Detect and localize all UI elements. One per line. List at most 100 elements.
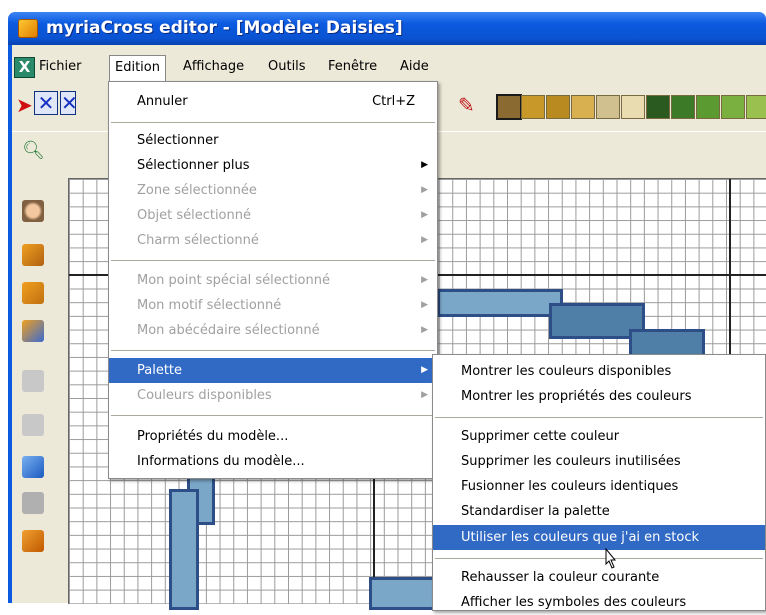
submenu-arrow-icon: ▶: [421, 275, 428, 285]
menu-item-label: Montrer les propriétés des couleurs: [461, 389, 692, 404]
color-swatch[interactable]: [521, 95, 545, 119]
menu-item-label: Fusionner les couleurs identiques: [461, 479, 679, 494]
menu-item-supprimer-inutilisees[interactable]: Supprimer les couleurs inutilisées: [433, 449, 765, 474]
menu-separator: [111, 122, 435, 123]
color-swatch[interactable]: [696, 95, 720, 119]
menu-item-abecedaire[interactable]: Mon abécédaire sélectionné ▶: [109, 318, 437, 343]
menu-item-label: Mon abécédaire sélectionné: [137, 323, 320, 338]
menu-item-informations-modele[interactable]: Informations du modèle...: [109, 449, 437, 474]
color-swatch[interactable]: [621, 95, 645, 119]
submenu-arrow-icon: ▶: [421, 235, 428, 245]
menu-affichage[interactable]: Affichage: [178, 55, 249, 79]
menu-outils[interactable]: Outils: [263, 55, 311, 79]
cube-icon[interactable]: [22, 530, 44, 552]
clipboard-icon[interactable]: [22, 370, 44, 392]
portrait-icon[interactable]: [22, 200, 44, 222]
menu-separator: [435, 417, 763, 418]
menu-bar: X Fichier Edition Affichage Outils Fenêt…: [12, 55, 766, 81]
menu-item-supprimer-couleur[interactable]: Supprimer cette couleur: [433, 424, 765, 449]
menu-item-montrer-proprietes[interactable]: Montrer les propriétés des couleurs: [433, 384, 765, 409]
menu-item-charm-selectionne[interactable]: Charm sélectionné ▶: [109, 228, 437, 253]
menu-separator: [111, 350, 435, 351]
window-title: myriaCross editor - [Modèle: Daisies]: [46, 18, 403, 38]
menu-item-label: Sélectionner plus: [137, 158, 250, 173]
submenu-arrow-icon: ▶: [421, 185, 428, 195]
menu-item-selectionner[interactable]: Sélectionner: [109, 128, 437, 153]
menu-item-label: Propriétés du modèle...: [137, 429, 289, 444]
menu-item-label: Annuler: [137, 94, 188, 109]
submenu-arrow-icon: ▶: [421, 325, 428, 335]
menu-item-label: Couleurs disponibles: [137, 388, 272, 403]
menu-item-label: Objet sélectionné: [137, 208, 251, 223]
edition-menu: Annuler Ctrl+Z Sélectionner Sélectionner…: [108, 81, 438, 479]
menu-item-label: Utiliser les couleurs que j'ai en stock: [461, 530, 700, 545]
menu-item-label: Mon motif sélectionné: [137, 298, 282, 313]
cross-stitch-tool-icon[interactable]: ✕: [34, 91, 58, 115]
grid-pattern-icon[interactable]: [22, 492, 44, 514]
color-swatch[interactable]: [546, 95, 570, 119]
menu-aide[interactable]: Aide: [395, 55, 434, 79]
menu-item-label: Palette: [137, 363, 183, 378]
half-cross-tool-icon[interactable]: ✕: [60, 91, 76, 115]
stitch-block: [437, 289, 563, 317]
menu-item-utiliser-stock[interactable]: Utiliser les couleurs que j'ai en stock: [433, 525, 765, 550]
app-icon[interactable]: [18, 19, 38, 38]
title-bar: myriaCross editor - [Modèle: Daisies]: [8, 12, 766, 45]
clipboard-paste-icon[interactable]: [22, 414, 44, 436]
menu-fenetre[interactable]: Fenêtre: [323, 55, 382, 79]
document-icon[interactable]: X: [14, 57, 35, 78]
menu-separator: [111, 415, 435, 416]
menu-edition[interactable]: Edition: [109, 55, 166, 81]
menu-item-label: Rehausser la couleur courante: [461, 570, 660, 585]
menu-item-zone-selectionnee[interactable]: Zone sélectionnée ▶: [109, 178, 437, 203]
mouse-pointer-icon: [605, 548, 617, 569]
color-swatch[interactable]: [746, 95, 766, 119]
color-picker-icon[interactable]: ✎: [458, 93, 475, 117]
menu-item-standardiser[interactable]: Standardiser la palette: [433, 499, 765, 524]
menu-item-point-special[interactable]: Mon point spécial sélectionné ▶: [109, 268, 437, 293]
menu-separator: [435, 558, 763, 559]
menu-item-rehausser[interactable]: Rehausser la couleur courante: [433, 565, 765, 590]
menu-item-label: Supprimer cette couleur: [461, 429, 620, 444]
menu-item-label: Charm sélectionné: [137, 233, 259, 248]
menu-fichier[interactable]: Fichier: [34, 55, 87, 79]
color-swatch[interactable]: [571, 95, 595, 119]
menu-item-montrer-couleurs[interactable]: Montrer les couleurs disponibles: [433, 359, 765, 384]
left-toolbar: 🔍︎: [12, 132, 56, 603]
menu-item-palette[interactable]: Palette ▶: [109, 358, 437, 383]
submenu-arrow-icon: ▶: [421, 210, 428, 220]
menu-item-annuler[interactable]: Annuler Ctrl+Z: [109, 89, 437, 114]
menu-item-proprietes-modele[interactable]: Propriétés du modèle...: [109, 424, 437, 449]
menu-item-label: Supprimer les couleurs inutilisées: [461, 454, 681, 469]
menu-item-shortcut: Ctrl+Z: [372, 94, 415, 109]
menu-item-label: Standardiser la palette: [461, 504, 610, 519]
menu-item-fusionner[interactable]: Fusionner les couleurs identiques: [433, 474, 765, 499]
copy-object-icon[interactable]: [22, 282, 44, 304]
menu-item-label: Mon point spécial sélectionné: [137, 273, 330, 288]
submenu-arrow-icon: ▶: [421, 300, 428, 310]
menu-item-motif[interactable]: Mon motif sélectionné ▶: [109, 293, 437, 318]
submenu-arrow-icon: ▶: [421, 390, 428, 400]
color-swatch[interactable]: [496, 94, 522, 120]
check-object-icon[interactable]: [22, 244, 44, 266]
palette-submenu: Montrer les couleurs disponibles Montrer…: [432, 354, 766, 611]
menu-separator: [111, 260, 435, 261]
submenu-arrow-icon: ▶: [421, 160, 428, 170]
submenu-arrow-icon: ▶: [421, 365, 428, 375]
color-swatch[interactable]: [721, 95, 745, 119]
search-object-icon[interactable]: [22, 320, 44, 342]
menu-item-label: Informations du modèle...: [137, 454, 305, 469]
undo-arrow-icon[interactable]: [22, 456, 44, 478]
menu-item-label: Sélectionner: [137, 133, 219, 148]
zoom-in-icon[interactable]: 🔍︎: [22, 140, 45, 161]
color-swatch[interactable]: [646, 95, 670, 119]
menu-item-label: Montrer les couleurs disponibles: [461, 364, 672, 379]
color-swatch[interactable]: [671, 95, 695, 119]
stitch-block: [169, 489, 199, 610]
menu-item-couleurs-disponibles[interactable]: Couleurs disponibles ▶: [109, 383, 437, 408]
menu-item-objet-selectionne[interactable]: Objet sélectionné ▶: [109, 203, 437, 228]
menu-item-selectionner-plus[interactable]: Sélectionner plus ▶: [109, 153, 437, 178]
select-arrow-icon[interactable]: ➤: [16, 93, 33, 117]
color-swatch[interactable]: [596, 95, 620, 119]
stitch-block: [369, 577, 435, 610]
